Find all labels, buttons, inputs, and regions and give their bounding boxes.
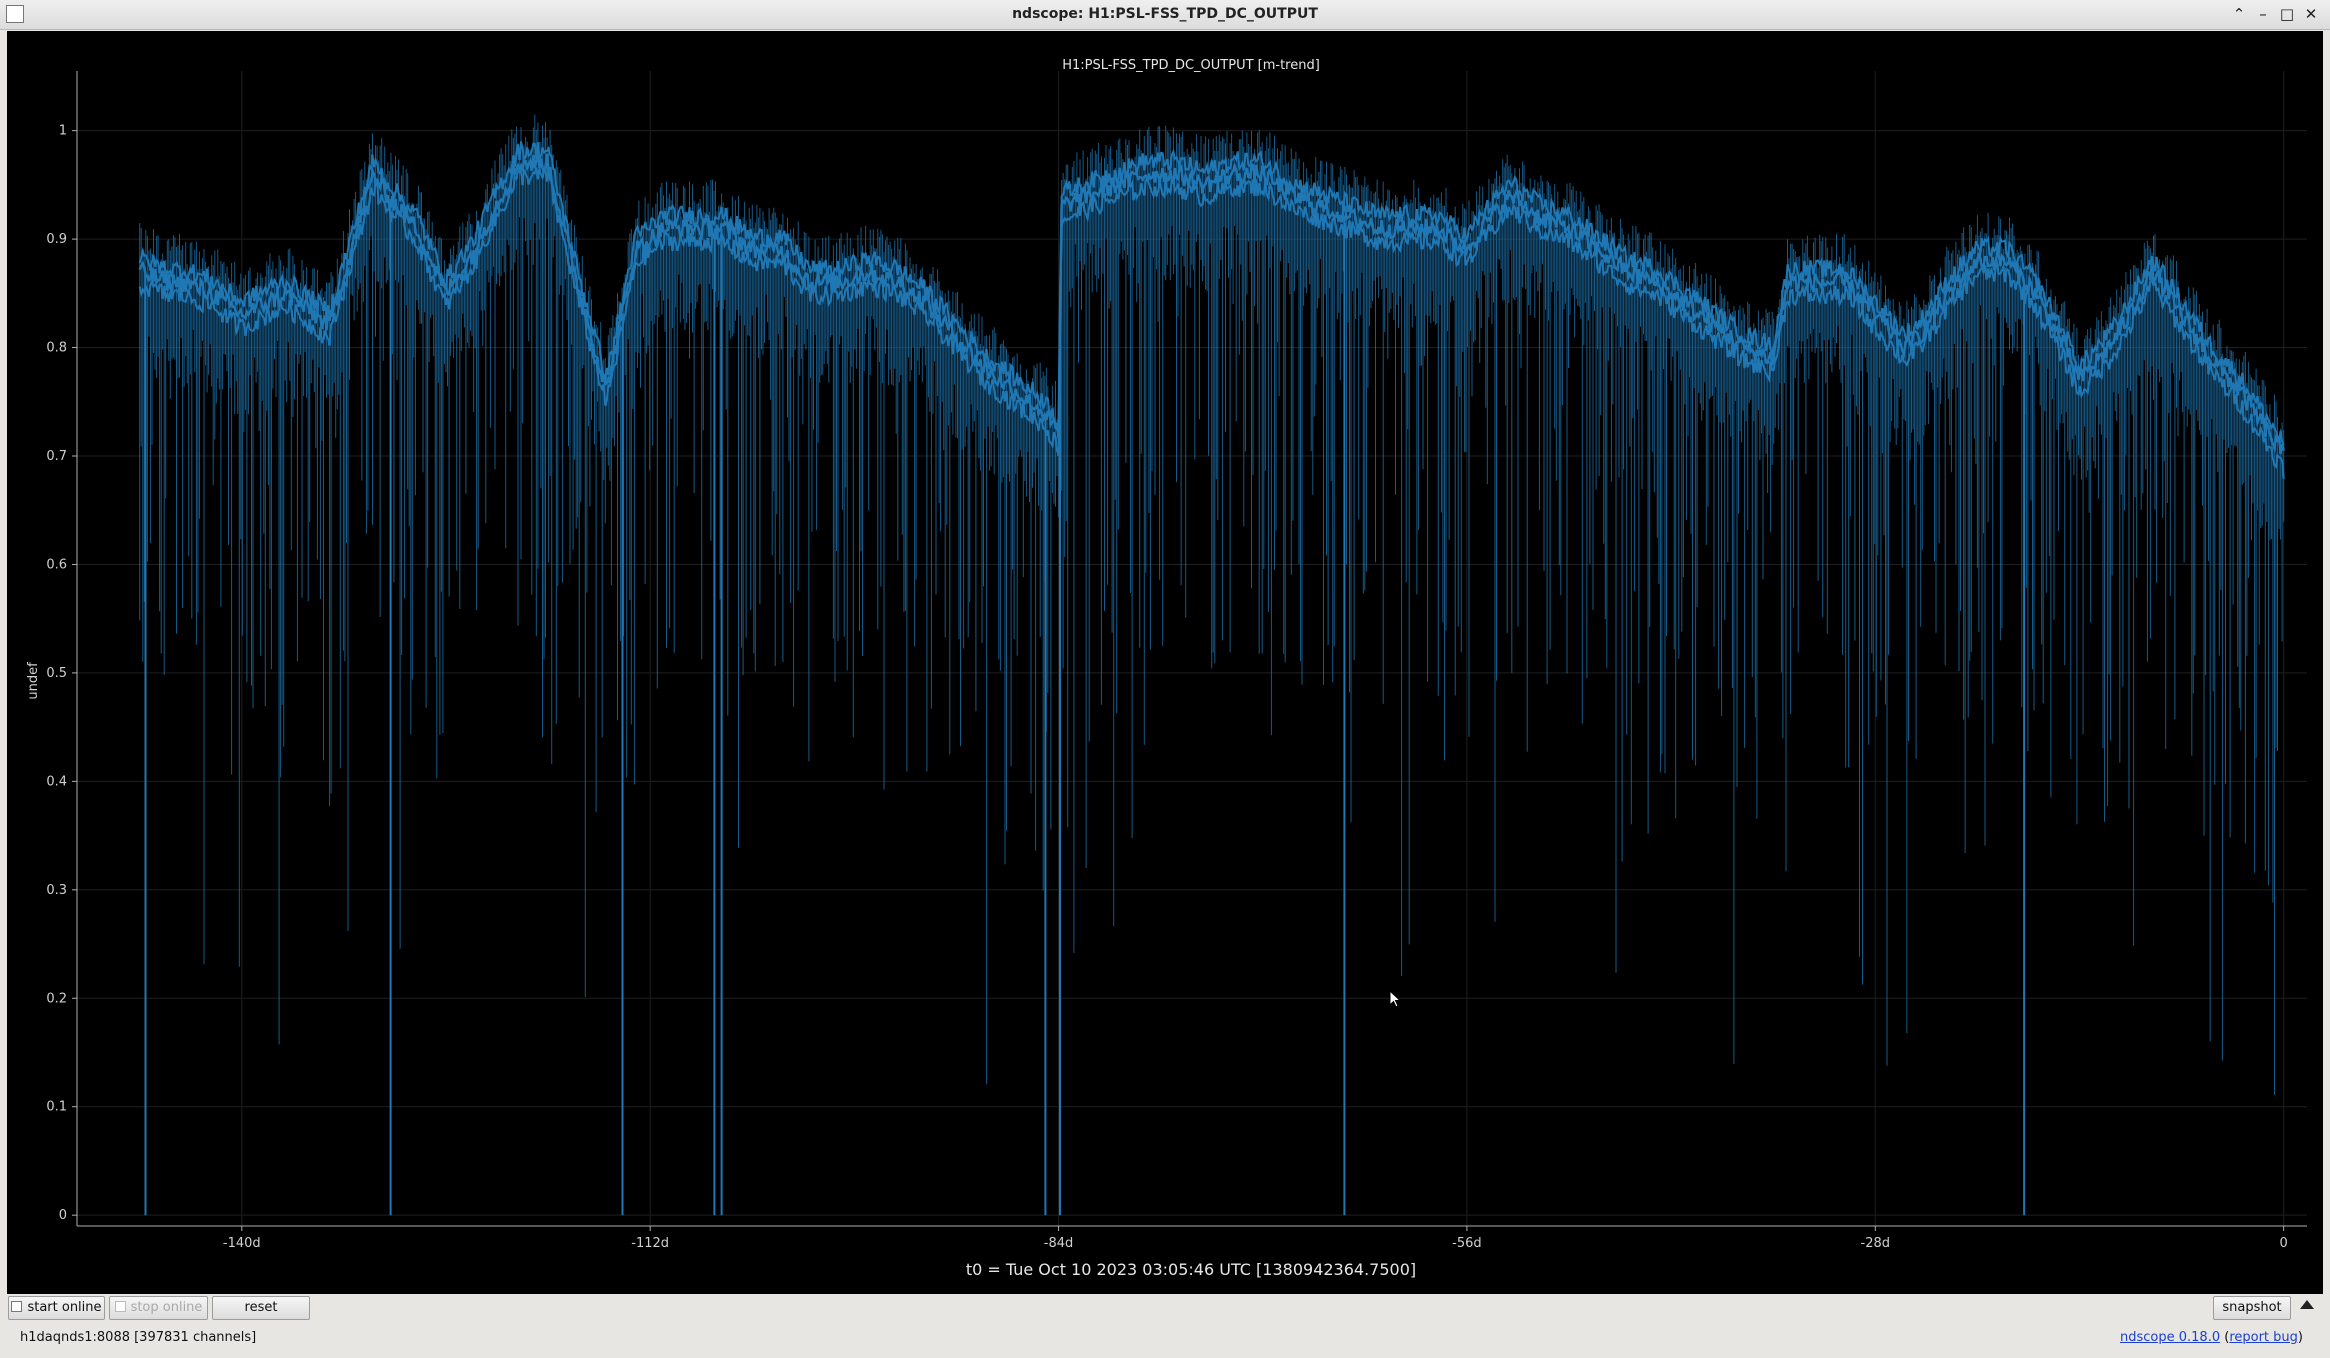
- server-status: h1daqnds1:8088 [397831 channels]: [20, 1330, 257, 1345]
- y-tick-label: 0.2: [46, 991, 67, 1006]
- x-tick-label: -112d: [631, 1236, 669, 1251]
- start-online-button[interactable]: start online: [8, 1296, 105, 1320]
- t0-label: t0 = Tue Oct 10 2023 03:05:46 UTC [13809…: [966, 1260, 1416, 1279]
- snapshot-button[interactable]: snapshot: [2213, 1296, 2291, 1320]
- minimize-icon[interactable]: –: [2254, 4, 2272, 24]
- x-tick-label: -140d: [223, 1236, 261, 1251]
- window-title: ndscope: H1:PSL-FSS_TPD_DC_OUTPUT: [1012, 6, 1318, 22]
- x-tick-label: -56d: [1452, 1236, 1482, 1251]
- window-titlebar: ndscope: H1:PSL-FSS_TPD_DC_OUTPUT ⌃ – □ …: [0, 0, 2330, 30]
- y-tick-label: 0.3: [46, 883, 67, 898]
- bottom-bar: [0, 1294, 2330, 1358]
- mouse-pointer-icon: [1389, 989, 1402, 1008]
- y-tick-label: 0.6: [46, 557, 67, 572]
- stop-online-label: stop online: [130, 1300, 203, 1315]
- plot-title: H1:PSL-FSS_TPD_DC_OUTPUT [m-trend]: [1062, 58, 1320, 73]
- stop-online-button: stop online: [109, 1296, 208, 1320]
- y-axis-label: undef: [26, 662, 41, 700]
- report-bug-link[interactable]: report bug: [2229, 1330, 2298, 1345]
- y-tick-label: 0.5: [46, 666, 67, 681]
- stop-online-checkbox: [114, 1301, 126, 1312]
- collapse-arrow-icon[interactable]: [2300, 1300, 2314, 1309]
- y-tick-label: 0.8: [46, 341, 67, 356]
- data-trace: [138, 114, 2285, 1216]
- plot-area[interactable]: 0 0.1 0.2 0.3 0.4 0.5 0.6 0.7 0.8 0.9 1 -140d -112d -…: [7, 31, 2323, 1294]
- x-tick-label: -28d: [1861, 1236, 1891, 1251]
- start-online-checkbox[interactable]: [11, 1301, 23, 1312]
- version-info: ndscope 0.18.0 (report bug): [2120, 1330, 2303, 1345]
- y-tick-label: 0.4: [46, 774, 67, 789]
- window-controls: ⌃ – □ ✕: [2230, 4, 2320, 24]
- x-tick-label: -84d: [1044, 1236, 1074, 1251]
- maximize-up-icon[interactable]: ⌃: [2230, 4, 2248, 24]
- y-tick-label: 0.9: [46, 232, 67, 247]
- y-tick-label: 0.1: [46, 1100, 67, 1115]
- maximize-icon[interactable]: □: [2278, 4, 2296, 24]
- reset-button[interactable]: reset: [212, 1296, 310, 1320]
- y-tick-label: 0.7: [46, 449, 67, 464]
- trend-plot[interactable]: 0 0.1 0.2 0.3 0.4 0.5 0.6 0.7 0.8 0.9 1 -140d -112d -…: [7, 31, 2323, 1294]
- start-online-label: start online: [27, 1300, 102, 1315]
- version-link[interactable]: ndscope 0.18.0: [2120, 1330, 2220, 1345]
- x-tick-label: 0: [2280, 1236, 2288, 1251]
- y-tick-label: 1: [59, 124, 67, 139]
- close-icon[interactable]: ✕: [2302, 4, 2320, 24]
- y-tick-label: 0: [59, 1208, 67, 1223]
